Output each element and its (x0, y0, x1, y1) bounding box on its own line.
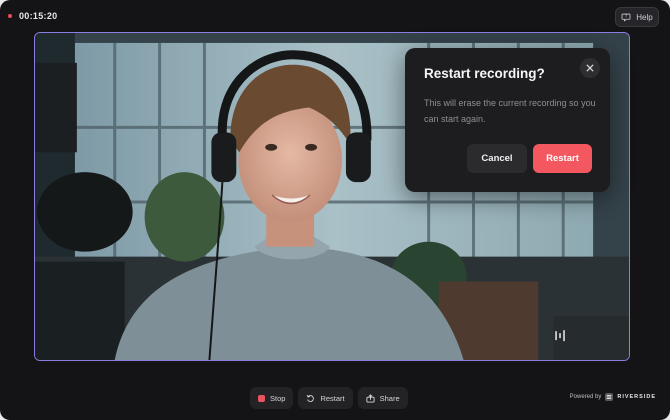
recording-indicator-dot (8, 14, 12, 18)
powered-by: Powered by RIVERSIDE (570, 393, 656, 401)
share-label: Share (379, 393, 400, 403)
close-icon (586, 64, 594, 72)
recording-timer: 00:15:20 (8, 11, 57, 21)
elapsed-time: 00:15:20 (19, 11, 58, 21)
stop-button[interactable]: Stop (250, 387, 294, 409)
restart-button[interactable]: Restart (298, 387, 353, 409)
confirm-restart-button[interactable]: Restart (533, 144, 592, 173)
powered-by-label: Powered by (569, 394, 602, 400)
dialog-close-button[interactable] (580, 58, 600, 78)
restart-dialog: Restart recording? This will erase the c… (405, 48, 610, 192)
share-button[interactable]: Share (357, 387, 408, 409)
stop-icon (258, 394, 265, 402)
help-label: Help (636, 12, 653, 22)
restart-label: Restart (320, 393, 345, 403)
help-chat-icon: ? (621, 13, 631, 22)
recording-controls: Stop Restart Share (250, 387, 408, 409)
dialog-message: This will erase the current recording so… (424, 98, 596, 124)
cancel-button[interactable]: Cancel (467, 144, 527, 173)
recording-app: 00:15:20 ? Help Restart recording? This … (0, 0, 670, 420)
svg-text:?: ? (625, 14, 627, 19)
share-icon (366, 393, 375, 403)
help-button[interactable]: ? Help (615, 7, 659, 27)
riverside-logo-icon (605, 393, 614, 401)
restart-icon (307, 394, 315, 402)
stop-label: Stop (270, 393, 286, 403)
dialog-title: Restart recording? (424, 66, 545, 81)
brand-name: RIVERSIDE (617, 394, 656, 400)
